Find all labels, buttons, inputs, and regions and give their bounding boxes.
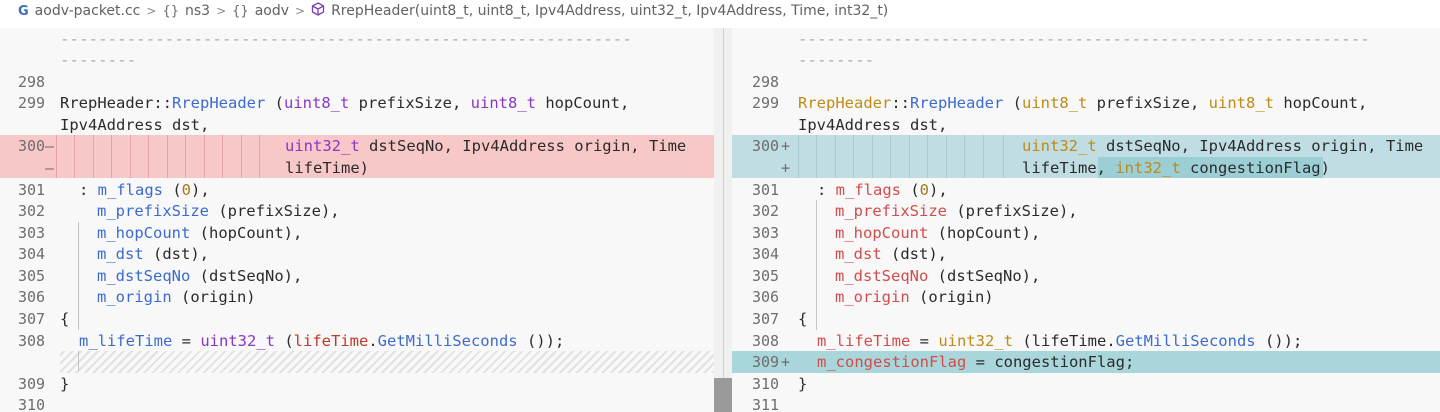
code-line-302[interactable]: m_prefixSize (prefixSize), — [97, 200, 340, 222]
inline-blame-hint: You, s — [1387, 160, 1428, 176]
line-number-deleted: 300— — [18, 137, 55, 155]
breadcrumb-namespace-ns3[interactable]: ns3 — [185, 3, 210, 19]
inserted-code-line-300-wrap[interactable]: lifeTime, int32_t congestionFlag) — [1022, 157, 1330, 179]
breadcrumb-symbol[interactable]: RrepHeader(uint8_t, uint8_t, Ipv4Address… — [331, 3, 888, 19]
line-number: 307 — [752, 310, 780, 328]
line-number: 308 — [18, 332, 46, 350]
code-line-307[interactable]: { — [60, 308, 69, 330]
line-number: 301 — [18, 181, 46, 199]
line-number: 310 — [18, 396, 46, 412]
code-line-310[interactable]: } — [798, 373, 807, 395]
line-number: 299 — [18, 94, 46, 112]
line-number: 309 — [18, 375, 46, 393]
separator-comment: ----------------------------------------… — [60, 30, 632, 48]
code-line-299[interactable]: RrepHeader::RrepHeader (uint8_t prefixSi… — [60, 92, 629, 114]
line-number: 308 — [752, 332, 780, 350]
code-line-299-wrap[interactable]: Ipv4Address dst, — [60, 114, 209, 136]
line-number: 305 — [752, 267, 780, 285]
line-number: 304 — [752, 245, 780, 263]
code-line-303[interactable]: m_hopCount (hopCount), — [835, 222, 1040, 244]
code-line-304[interactable]: m_dst (dst), — [835, 243, 947, 265]
deleted-code-line-300[interactable]: uint32_t dstSeqNo, Ipv4Address origin, T… — [285, 135, 686, 157]
code-line-303[interactable]: m_hopCount (hopCount), — [97, 222, 302, 244]
line-number: 301 — [752, 181, 780, 199]
code-line-308[interactable]: m_lifeTime = uint32_t (lifeTime.GetMilli… — [79, 330, 564, 352]
code-line-305[interactable]: m_dstSeqNo (dstSeqNo), — [97, 265, 302, 287]
line-number-deleted: — — [45, 159, 55, 177]
line-number: 298 — [18, 73, 46, 91]
breadcrumb-separator: > — [146, 4, 157, 18]
original-editor-pane[interactable]: ----------------------------------------… — [0, 28, 714, 412]
code-line-308[interactable]: m_lifeTime = uint32_t (lifeTime.GetMilli… — [817, 330, 1302, 352]
breadcrumb: G aodv-packet.cc > {} ns3 > {} aodv > Rr… — [0, 0, 1440, 22]
namespace-icon: {} — [162, 3, 179, 19]
line-number-added: + — [781, 159, 791, 177]
code-line-304[interactable]: m_dst (dst), — [97, 243, 209, 265]
code-line-309[interactable]: } — [60, 373, 69, 395]
code-line-306[interactable]: m_origin (origin) — [97, 286, 256, 308]
inserted-code-line-300[interactable]: uint32_t dstSeqNo, Ipv4Address origin, T… — [1022, 135, 1423, 157]
code-line-302[interactable]: m_prefixSize (prefixSize), — [835, 200, 1078, 222]
separator-comment: -------- — [798, 51, 875, 69]
line-number: 299 — [752, 94, 780, 112]
indent-guide — [816, 200, 817, 330]
line-number: 298 — [752, 73, 780, 91]
deleted-code-line-300-wrap[interactable]: lifeTime) — [285, 157, 369, 179]
separator-comment: ----------------------------------------… — [798, 30, 1370, 48]
method-icon — [311, 2, 325, 20]
indent-guides-deleted — [56, 135, 282, 178]
breadcrumb-file[interactable]: aodv-packet.cc — [35, 3, 141, 19]
line-number: 302 — [18, 202, 46, 220]
inserted-code-line-309[interactable]: m_congestionFlag = congestionFlag; — [817, 351, 1134, 373]
line-number: 303 — [752, 224, 780, 242]
code-line-306[interactable]: m_origin (origin) — [835, 286, 994, 308]
breadcrumb-namespace-aodv[interactable]: aodv — [255, 3, 289, 19]
cpp-file-icon: G — [18, 3, 29, 19]
separator-comment: -------- — [60, 51, 137, 69]
line-number: 307 — [18, 310, 46, 328]
namespace-icon: {} — [232, 3, 249, 19]
code-line-301[interactable]: : m_flags (0), — [817, 179, 948, 201]
line-number-added: 300 + — [752, 137, 791, 155]
line-number-added: 309 + — [752, 353, 791, 371]
code-line-307[interactable]: { — [798, 308, 807, 330]
indent-guide — [78, 351, 79, 371]
line-number: 305 — [18, 267, 46, 285]
indent-guide — [78, 222, 79, 330]
breadcrumb-separator: > — [216, 4, 227, 18]
line-number: 311 — [752, 396, 780, 412]
line-number: 302 — [752, 202, 780, 220]
line-number: 304 — [18, 245, 46, 263]
line-number: 306 — [18, 288, 46, 306]
code-line-301[interactable]: : m_flags (0), — [79, 179, 210, 201]
line-number: 310 — [752, 375, 780, 393]
code-line-305[interactable]: m_dstSeqNo (dstSeqNo), — [835, 265, 1040, 287]
diff-split-divider[interactable] — [714, 28, 732, 412]
line-number: 306 — [752, 288, 780, 306]
modified-editor-pane[interactable]: ----------------------------------------… — [732, 28, 1440, 412]
scrollbar-thumb[interactable] — [714, 378, 732, 412]
code-line-299-wrap[interactable]: Ipv4Address dst, — [798, 114, 947, 136]
diff-filler-hatched — [60, 351, 714, 373]
breadcrumb-separator: > — [295, 4, 306, 18]
indent-guides-inserted — [798, 135, 1008, 178]
line-number: 303 — [18, 224, 46, 242]
code-line-299[interactable]: RrepHeader::RrepHeader (uint8_t prefixSi… — [798, 92, 1367, 114]
